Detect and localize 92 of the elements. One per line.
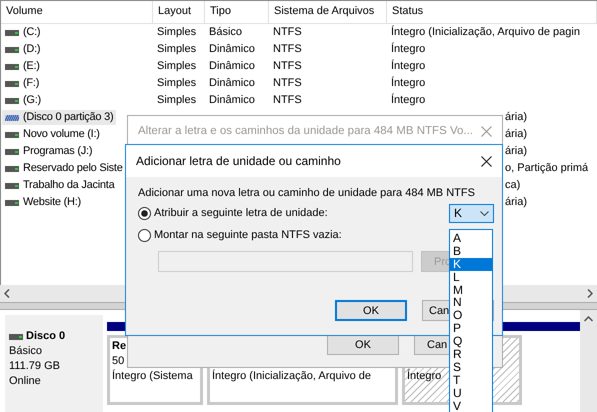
status-text: ária) [505, 111, 528, 123]
drive-entry[interactable]: Trabalho da Jacinta [2, 178, 118, 193]
scroll-left-icon[interactable] [4, 289, 10, 298]
drive-entry[interactable]: (D:) [2, 42, 44, 57]
dropdown-item[interactable]: K [450, 258, 492, 271]
dialog-button[interactable]: OK [335, 300, 407, 321]
drive-icon [5, 182, 19, 188]
table-cell-text: Simples [156, 76, 198, 91]
disk-state: Online [9, 374, 42, 389]
status-text: ca) [505, 179, 520, 191]
chevron-down-icon [480, 210, 489, 216]
status-text: Íntegro [391, 77, 426, 89]
striped-volume-icon [5, 114, 19, 120]
table-cell-text: Dinâmico [208, 93, 256, 108]
status-text: Íntegro [391, 43, 426, 55]
drive-icon [5, 98, 19, 104]
dropdown-item[interactable]: O [450, 309, 492, 322]
column-header[interactable]: Status [387, 1, 597, 23]
drive-icon [5, 64, 19, 70]
scroll-right-icon[interactable] [587, 289, 593, 298]
table-cell-text: Simples [156, 42, 198, 57]
drive-entry[interactable]: Reservado pelo Siste [2, 161, 126, 176]
drive-entry[interactable]: Novo volume (I:) [2, 127, 103, 142]
description-text: Adicionar uma nova letra ou caminho de unidade para 484 MB NTFS [138, 187, 476, 199]
partition-status: Íntegro (Inicialização, Arquivo de [212, 370, 371, 384]
table-cell-text: Dinâmico [208, 59, 256, 74]
partition-status: Íntegro (Sistema [112, 370, 193, 384]
drive-letter-dropdown[interactable]: K [449, 204, 494, 222]
drive-icon [5, 166, 19, 172]
table-cell-text: Simples [156, 25, 198, 40]
drive-entry[interactable]: (F:) [2, 76, 42, 91]
drive-entry[interactable]: (E:) [2, 59, 43, 74]
table-cell-text: Dinâmico [208, 76, 256, 91]
dropdown-item[interactable]: B [450, 244, 492, 258]
dropdown-item[interactable]: P [450, 322, 492, 336]
table-cell-text: NTFS [272, 42, 303, 57]
drive-icon [5, 46, 19, 52]
dropdown-item[interactable]: S [450, 360, 492, 374]
status-text: Íntegro [391, 94, 426, 106]
radio-button[interactable] [138, 228, 151, 242]
scroll-up-icon[interactable] [584, 316, 593, 322]
partition-name: Re [112, 340, 126, 354]
dropdown-item[interactable]: L [450, 270, 492, 284]
dropdown-item[interactable]: A [450, 232, 492, 245]
status-text: o, Partição primá [505, 162, 588, 174]
disk-type: Básico [9, 344, 44, 359]
radio-label[interactable]: Montar na seguinte pasta NTFS vazia: [154, 229, 342, 241]
radio-label[interactable]: Atribuir a seguinte letra de unidade: [154, 207, 328, 219]
drive-entry[interactable]: (C:) [2, 25, 44, 40]
dialog-title: Alterar a letra e os caminhos da unidade para 484 MB NTFS Vo... [138, 125, 473, 137]
table-cell-text: NTFS [272, 59, 303, 74]
status-text: Íntegro [391, 60, 426, 72]
column-header[interactable]: Sistema de Arquivos [269, 1, 387, 23]
dropdown-item[interactable]: V [450, 400, 492, 412]
drive-icon [5, 30, 19, 36]
partition-status: Íntegro [407, 370, 442, 384]
drive-entry[interactable]: Website (H:) [2, 195, 84, 210]
partition-size: 50 [112, 355, 124, 369]
dropdown-item[interactable]: M [450, 284, 492, 296]
radio-button[interactable] [138, 206, 151, 220]
column-header[interactable]: Layout [153, 1, 205, 23]
column-header[interactable]: Tipo [205, 1, 269, 23]
drive-icon [9, 334, 23, 340]
drive-icon [5, 132, 19, 138]
dropdown-item[interactable]: R [450, 348, 492, 361]
drive-entry[interactable]: (G:) [2, 93, 44, 108]
table-cell-text: Simples [156, 93, 198, 108]
table-cell-text: NTFS [272, 25, 303, 40]
table-cell-text: Dinâmico [208, 42, 256, 57]
dropdown-item[interactable]: N [450, 296, 492, 310]
close-icon[interactable] [481, 156, 492, 166]
dropdown-item[interactable]: T [450, 374, 492, 387]
drive-icon [5, 80, 19, 86]
status-text: Íntegro (Inicialização, Arquivo de pagin [391, 26, 580, 38]
disk-name: Disco 0 [26, 329, 66, 344]
dialog-button[interactable]: OK [327, 334, 399, 355]
dialog-title: Adicionar letra de unidade ou caminho [136, 154, 341, 168]
drive-entry[interactable]: Programas (J:) [2, 144, 96, 159]
dropdown-item[interactable]: Q [450, 335, 492, 348]
status-text: ária) [505, 128, 528, 140]
disk-size: 111.79 GB [9, 359, 61, 374]
column-header[interactable]: Volume [1, 1, 153, 23]
dropdown-item[interactable]: U [450, 386, 492, 400]
table-cell-text: Simples [156, 59, 198, 74]
status-text: ária) [505, 196, 528, 208]
table-cell-text: NTFS [272, 93, 303, 108]
drive-icon [5, 148, 19, 154]
table-cell-text: NTFS [272, 76, 303, 91]
table-cell-text: Básico [208, 25, 244, 40]
status-text: ária) [505, 145, 528, 157]
drive-entry[interactable]: (Disco 0 partição 3) [2, 110, 116, 125]
drive-icon [5, 200, 19, 206]
